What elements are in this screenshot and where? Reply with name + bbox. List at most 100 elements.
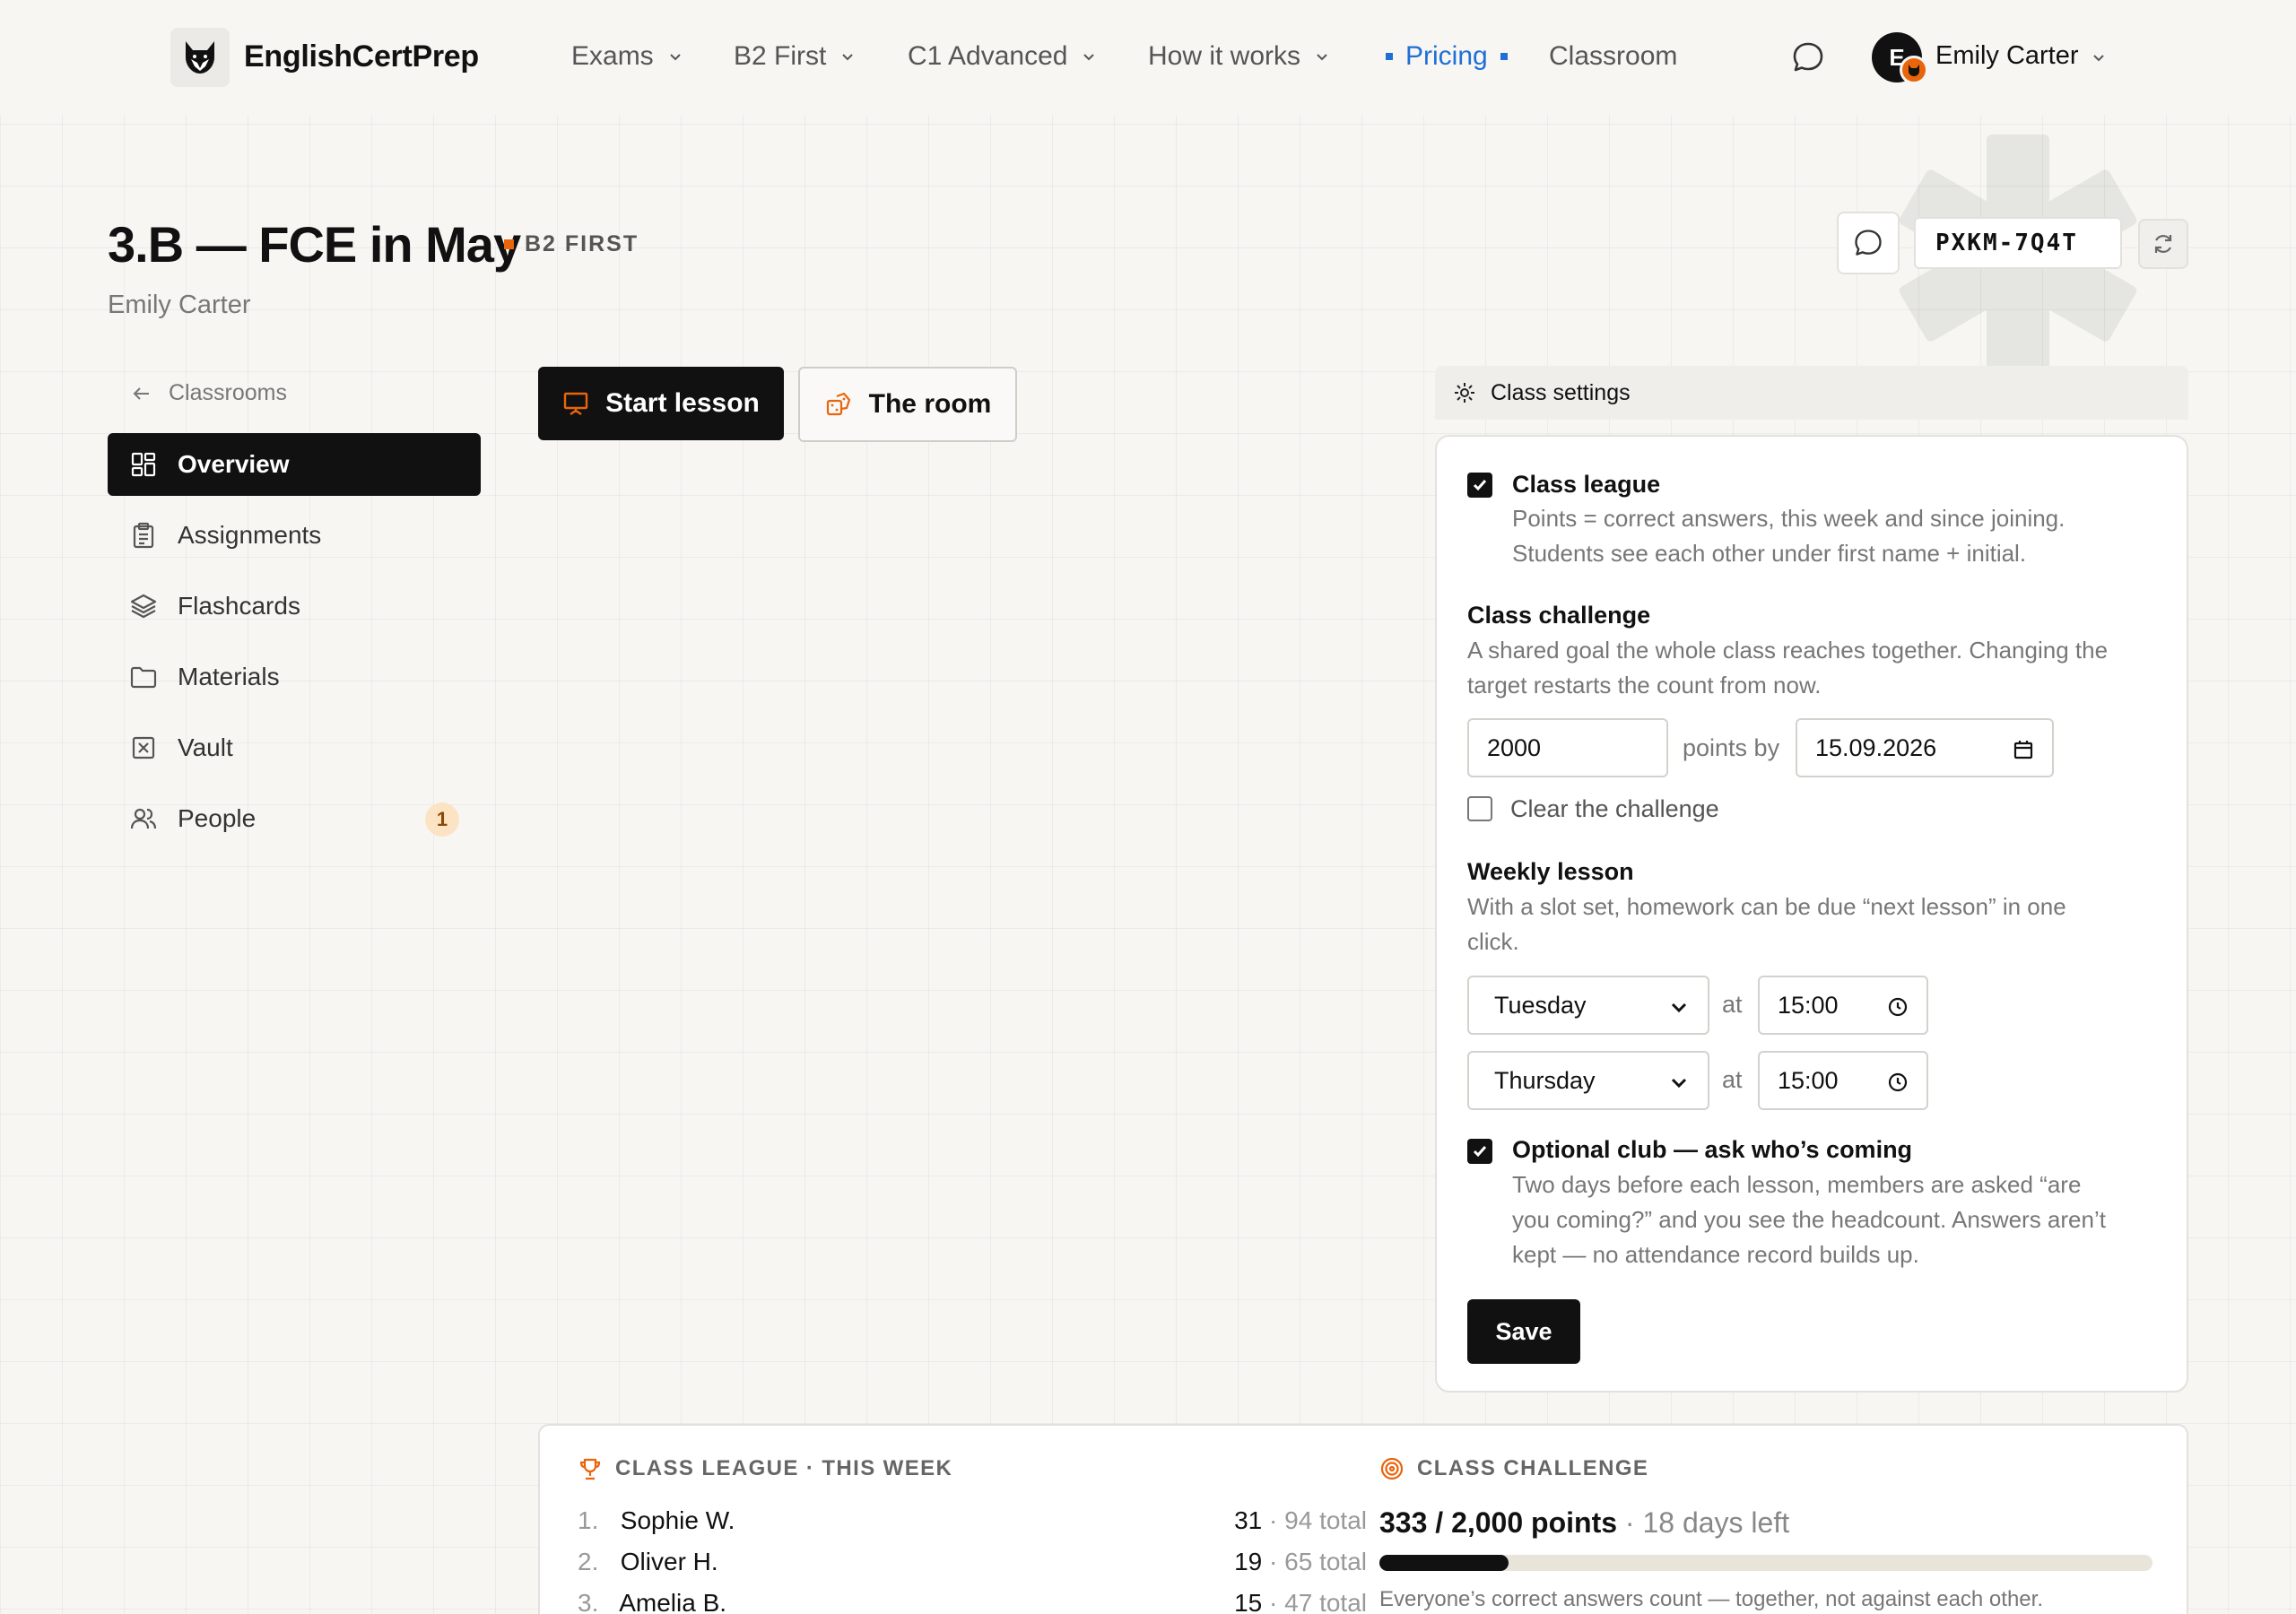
time-input-value: 15:00 <box>1778 1066 1839 1094</box>
the-room-label: The room <box>868 389 992 419</box>
level-badge: B2 FIRST <box>504 231 639 257</box>
weekly-lesson-desc-1: With a slot set, homework can be due “ne… <box>1467 893 2066 920</box>
league-student-name: Oliver H. <box>620 1548 718 1575</box>
challenge-date-value: 15.09.2026 <box>1815 733 1937 761</box>
user-name[interactable]: Emily Carter <box>1935 41 2079 71</box>
calendar-icon[interactable] <box>2013 739 2034 760</box>
chat-bubble-icon <box>1855 230 1882 256</box>
layers-icon <box>130 594 157 619</box>
weekday-select-value: Tuesday <box>1494 991 1587 1019</box>
league-rank: 3. <box>578 1589 599 1614</box>
time-input-2[interactable]: 15:00 <box>1758 1051 1928 1110</box>
class-stats-card: CLASS LEAGUE · THIS WEEK 1. Sophie W. 31… <box>538 1424 2188 1614</box>
sidebar-item-overview[interactable]: Overview <box>108 433 481 496</box>
optional-club-desc-2: you coming?” and you see the headcount. … <box>1512 1206 2106 1233</box>
nav-pricing[interactable]: Pricing <box>1386 41 1508 72</box>
league-label: CLASS LEAGUE · THIS WEEK <box>615 1456 953 1480</box>
checkmark-icon <box>1473 480 1487 491</box>
regenerate-code-button[interactable] <box>2138 219 2188 269</box>
class-league-section-label: CLASS LEAGUE · THIS WEEK <box>578 1456 952 1481</box>
challenge-date-input[interactable]: 15.09.2026 <box>1796 718 2054 777</box>
nav-exams[interactable]: Exams <box>571 41 684 72</box>
league-row: 2. Oliver H. 19 · 65 total <box>578 1548 1367 1576</box>
chevron-down-icon <box>1317 54 1327 61</box>
nav-c1-advanced-label: C1 Advanced <box>908 41 1068 71</box>
presentation-icon <box>563 392 588 415</box>
weekday-select-value: Thursday <box>1494 1066 1596 1094</box>
time-input-1[interactable]: 15:00 <box>1758 976 1928 1035</box>
start-lesson-label: Start lesson <box>605 388 760 418</box>
league-week-points: 15 <box>1234 1589 1263 1614</box>
sidebar-item-assignments[interactable]: Assignments <box>108 504 481 567</box>
chevron-down-icon[interactable] <box>2090 48 2108 66</box>
optional-club-checkbox[interactable] <box>1467 1139 1492 1164</box>
challenge-points: 333 / 2,000 points <box>1379 1506 1618 1539</box>
weekday-select-2[interactable]: Thursday <box>1467 1051 1709 1110</box>
dice-icon <box>826 392 850 416</box>
class-challenge-desc-2: target restarts the count from now. <box>1467 672 1822 699</box>
class-challenge-section-label: CLASS CHALLENGE <box>1379 1456 1648 1481</box>
target-icon <box>1380 1457 1404 1480</box>
sidebar-item-label: Overview <box>178 450 290 478</box>
weekly-lesson-desc-2: click. <box>1467 928 1519 955</box>
league-row: 1. Sophie W. 31 · 94 total <box>578 1506 1367 1535</box>
challenge-progress-fill <box>1379 1555 1509 1571</box>
back-label: Classrooms <box>169 380 287 405</box>
nav-classroom-label: Classroom <box>1549 41 1678 71</box>
checkmark-icon <box>1473 1146 1487 1158</box>
teacher-name: Emily Carter <box>108 291 251 319</box>
start-lesson-button[interactable]: Start lesson <box>538 367 784 440</box>
class-chat-button[interactable] <box>1837 212 1900 274</box>
save-button[interactable]: Save <box>1467 1299 1580 1364</box>
sidebar-item-label: Flashcards <box>178 592 300 620</box>
league-row: 3. Amelia B. 15 · 47 total <box>578 1589 1367 1614</box>
class-league-desc-1: Points = correct answers, this week and … <box>1512 505 2066 532</box>
nav-classroom[interactable]: Classroom <box>1549 41 1677 72</box>
nav-how-it-works[interactable]: How it works <box>1148 41 1331 72</box>
nav-b2-first[interactable]: B2 First <box>734 41 857 72</box>
sidebar-item-vault[interactable]: Vault <box>108 716 481 779</box>
at-label: at <box>1722 991 1743 1018</box>
sidebar-item-flashcards[interactable]: Flashcards <box>108 575 481 638</box>
level-label: B2 FIRST <box>525 231 639 256</box>
trophy-icon <box>579 1458 601 1480</box>
class-league-checkbox[interactable] <box>1467 473 1492 498</box>
league-points: 19 · 65 total <box>1234 1548 1367 1576</box>
page-title: 3.B — FCE in May <box>108 216 521 273</box>
clock-icon <box>1888 1072 1908 1092</box>
sidebar-item-label: Assignments <box>178 521 322 549</box>
clear-challenge-checkbox[interactable] <box>1467 796 1492 821</box>
league-total-points: · 47 total <box>1269 1589 1367 1614</box>
league-rank: 2. <box>578 1548 599 1575</box>
time-input-value: 15:00 <box>1778 991 1839 1019</box>
league-week-points: 19 <box>1234 1548 1263 1575</box>
nav-pricing-label: Pricing <box>1405 41 1488 71</box>
class-settings-title: Class settings <box>1491 379 1631 405</box>
brand-name[interactable]: EnglishCertPrep <box>244 39 479 74</box>
vault-icon <box>132 736 155 759</box>
active-marker <box>1386 53 1393 60</box>
sidebar-item-label: Vault <box>178 733 233 761</box>
fox-logo-icon[interactable] <box>170 28 230 87</box>
sidebar-item-label: People <box>178 804 257 832</box>
sidebar-item-materials[interactable]: Materials <box>108 646 481 708</box>
class-challenge-desc-1: A shared goal the whole class reaches to… <box>1467 637 2109 664</box>
challenge-progress-bar <box>1379 1555 2152 1571</box>
chat-bubble-icon[interactable] <box>1790 39 1826 75</box>
folder-icon <box>130 666 157 689</box>
level-dot <box>504 239 514 249</box>
class-settings-card: Class league Points = correct answers, t… <box>1435 435 2188 1393</box>
the-room-button[interactable]: The room <box>798 367 1017 442</box>
nav-c1-advanced[interactable]: C1 Advanced <box>908 41 1098 72</box>
back-to-classrooms-link[interactable]: Classrooms <box>131 380 287 406</box>
league-week-points: 31 <box>1234 1506 1263 1534</box>
challenge-days-left: · 18 days left <box>1624 1506 1790 1539</box>
challenge-target-input[interactable]: 2000 <box>1467 718 1668 777</box>
join-code[interactable]: PXKM-7Q4T <box>1914 217 2122 269</box>
points-by-label: points by <box>1683 734 1780 761</box>
weekday-select-1[interactable]: Tuesday <box>1467 976 1709 1035</box>
chevron-down-icon <box>1671 1078 1687 1089</box>
sidebar-item-people[interactable]: People 1 <box>108 787 481 850</box>
league-points: 31 · 94 total <box>1234 1506 1367 1535</box>
fox-badge-icon <box>1900 56 1928 84</box>
